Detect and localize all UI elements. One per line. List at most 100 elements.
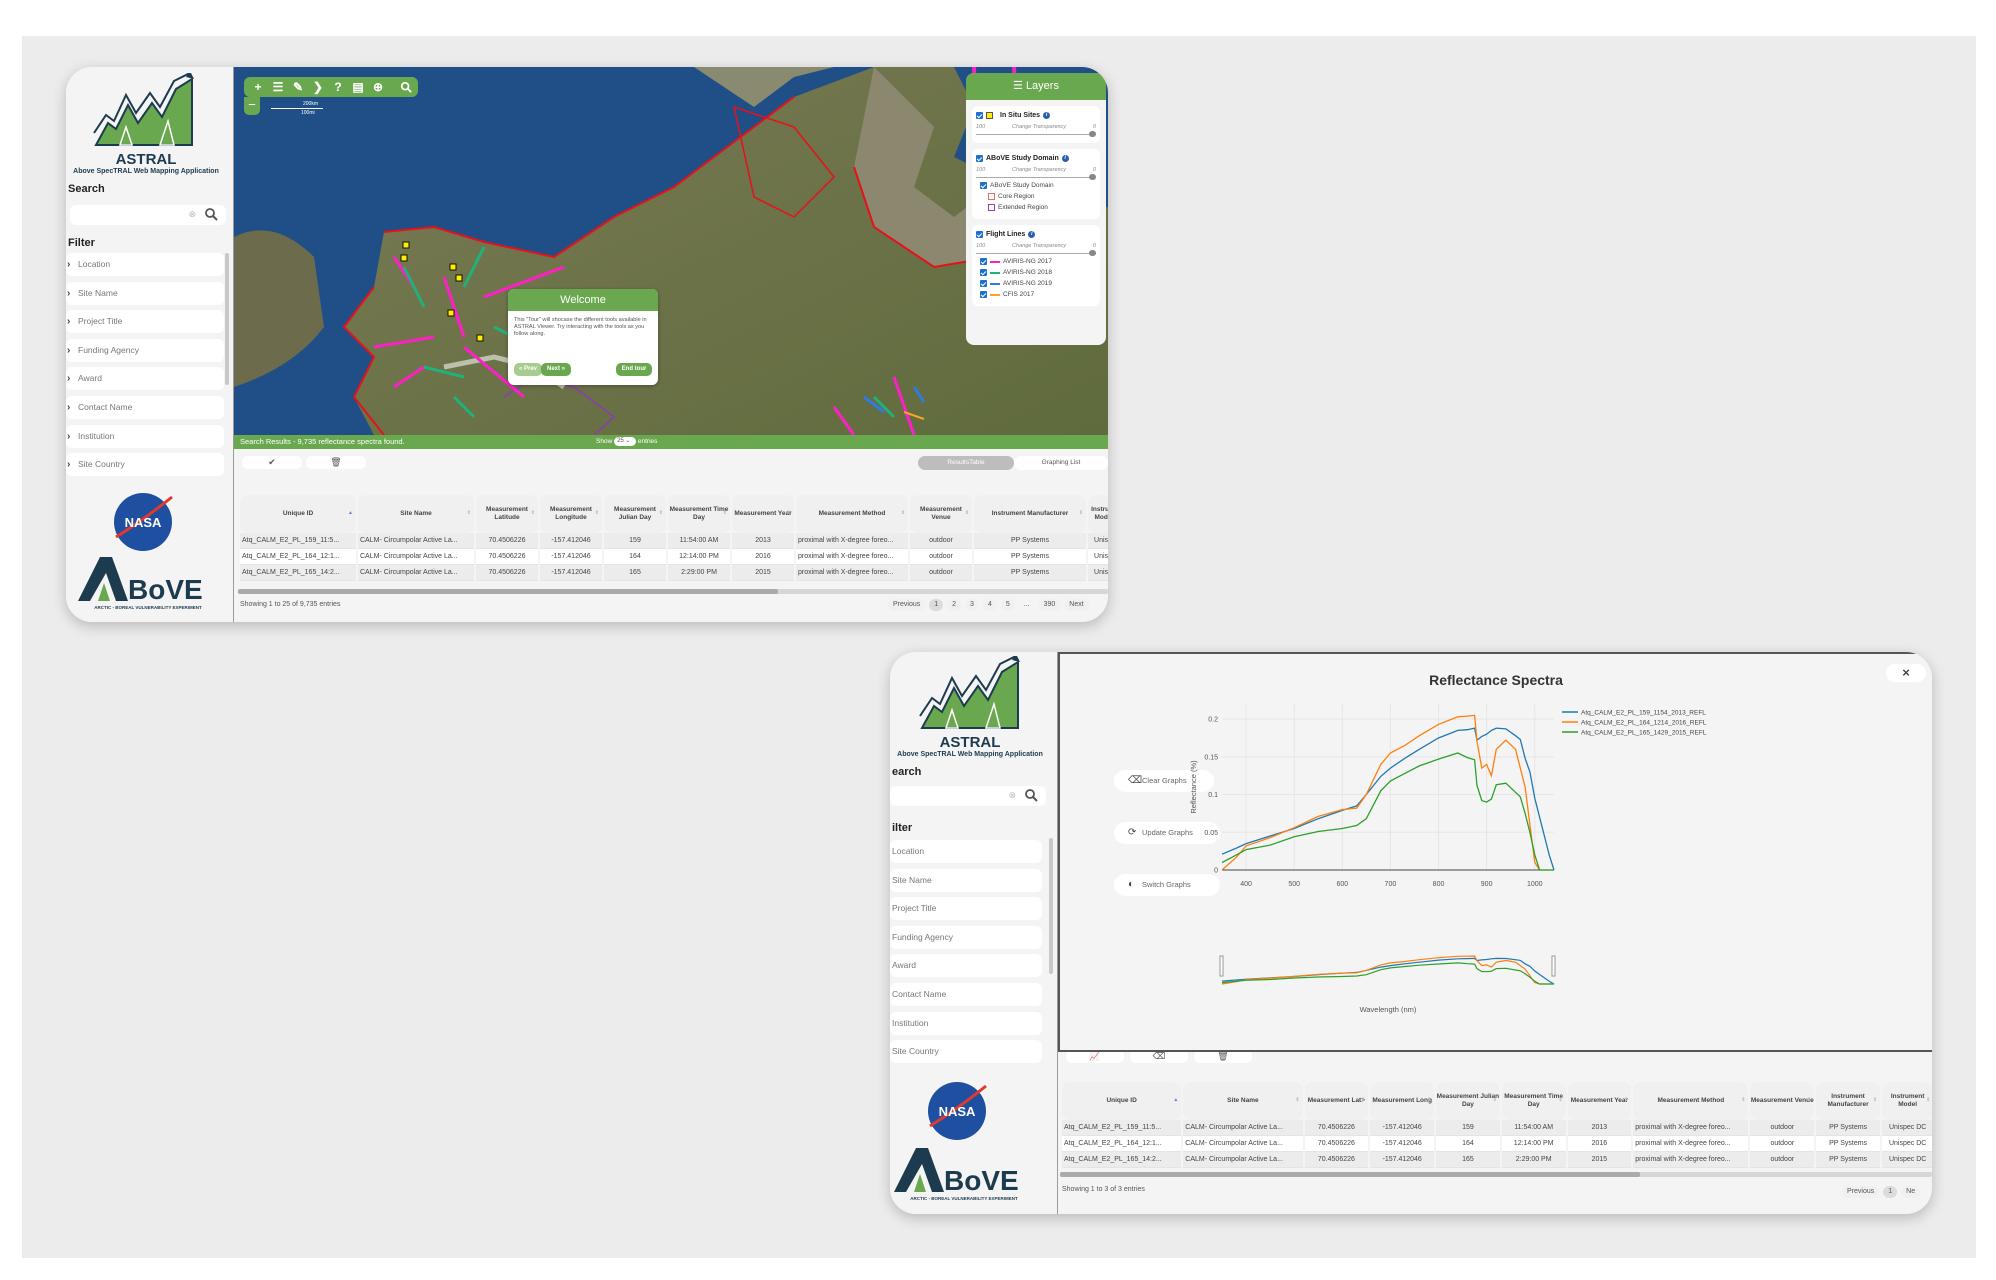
- tour-next-button[interactable]: Next »: [541, 363, 571, 376]
- filter-award[interactable]: › Award: [66, 367, 224, 391]
- table-row[interactable]: Atq_CALM_E2_PL_164_12:1... CALM- Circumpo…: [1062, 1136, 1932, 1152]
- column-header[interactable]: Measurement Year ⇕: [1567, 1082, 1632, 1120]
- tour-end-button[interactable]: End tour: [616, 363, 652, 376]
- transparency-slider[interactable]: [976, 174, 1096, 180]
- filter-funding-agency[interactable]: Funding Agency: [890, 925, 1042, 949]
- column-header[interactable]: Instrument Model ⇕: [1881, 1082, 1932, 1120]
- zoom-in-button[interactable]: +: [248, 77, 268, 97]
- sort-ascending-icon[interactable]: ▲: [1173, 1096, 1178, 1105]
- sort-icon[interactable]: ⇕: [1926, 1096, 1930, 1105]
- contact-card-icon[interactable]: ▤: [348, 77, 368, 97]
- legend-entry[interactable]: Atq_CALM_E2_PL_159_1154_2013_REFL: [1581, 710, 1706, 717]
- filter-award[interactable]: Award: [890, 954, 1042, 978]
- column-header[interactable]: Measurement Time Day ⇕: [1501, 1082, 1566, 1120]
- sort-icon[interactable]: ⇕: [1624, 1096, 1628, 1105]
- filter-location[interactable]: Location: [890, 840, 1042, 863]
- filter-site-country[interactable]: › Site Country: [66, 453, 224, 477]
- sort-icon[interactable]: ⇕: [1079, 509, 1083, 518]
- column-header[interactable]: Measurement Venue ⇕: [1750, 1082, 1815, 1120]
- filter-site-name[interactable]: Site Name: [890, 868, 1042, 892]
- zoom-out-button[interactable]: −: [244, 97, 260, 115]
- sort-icon[interactable]: ⇕: [1873, 1096, 1877, 1105]
- sort-icon[interactable]: ⇕: [1741, 1096, 1745, 1105]
- column-header[interactable]: Site Name ⇕: [1183, 1082, 1303, 1120]
- list-icon[interactable]: ☰: [268, 77, 288, 97]
- column-header[interactable]: Measurement Latitude ⇕: [476, 495, 538, 533]
- filter-institution[interactable]: Institution: [890, 1011, 1042, 1035]
- clear-search-icon[interactable]: ⊗: [188, 209, 196, 220]
- sort-icon[interactable]: ⇕: [659, 509, 663, 518]
- info-icon[interactable]: i: [1061, 155, 1069, 162]
- table-row[interactable]: Atq_CALM_E2_PL_165_14:2... CALM- Circumpo…: [1062, 1152, 1932, 1168]
- table-row[interactable]: Atq_CALM_E2_PL_159_11:5... CALM- Circumpo…: [1062, 1120, 1932, 1136]
- column-header[interactable]: Instrument Manufacturer ⇕: [974, 495, 1086, 533]
- column-header[interactable]: Measurement Year ⇕: [732, 495, 794, 533]
- table-row[interactable]: Atq_CALM_E2_PL_159_11:5... CALM- Circumpo…: [240, 533, 1108, 549]
- sort-icon[interactable]: ⇕: [723, 509, 727, 518]
- pagination-page[interactable]: 5: [1000, 599, 1015, 611]
- sidebar-scrollbar[interactable]: [1049, 838, 1053, 974]
- table-horizontal-scrollbar[interactable]: [238, 589, 1108, 594]
- column-header[interactable]: Measurement Longitude ⇕: [540, 495, 602, 533]
- column-header[interactable]: Measurement Julian Day ⇕: [604, 495, 666, 533]
- globe-icon[interactable]: ⊕: [368, 77, 388, 97]
- transparency-slider[interactable]: [976, 250, 1096, 256]
- tab-graphing-list[interactable]: Graphing List: [1014, 456, 1108, 470]
- page-length-select[interactable]: 25 ⌄: [614, 436, 637, 446]
- wrench-icon[interactable]: ✎: [288, 77, 308, 97]
- tab-results-table[interactable]: ResultsTable: [918, 456, 1014, 470]
- sort-icon[interactable]: ⇕: [787, 509, 791, 518]
- column-header[interactable]: Measurement Long ⇕: [1370, 1082, 1435, 1120]
- table-row[interactable]: Atq_CALM_E2_PL_165_14:2... CALM- Circumpo…: [240, 565, 1108, 581]
- layers-header[interactable]: ☰ Layers: [966, 73, 1106, 100]
- pagination-next[interactable]: Ne: [1901, 1186, 1921, 1198]
- checkbox[interactable]: [976, 112, 983, 119]
- filter-project-title[interactable]: Project Title: [890, 897, 1042, 921]
- column-header[interactable]: Instrument Manufacturer ⇕: [1816, 1082, 1880, 1120]
- map-canvas[interactable]: + ☰ ✎ ❯ ? ▤ ⊕ − 200km 100mi ☰ Layers In …: [234, 67, 1108, 435]
- filter-funding-agency[interactable]: › Funding Agency: [66, 338, 224, 362]
- filter-site-name[interactable]: › Site Name: [66, 281, 224, 305]
- pagination-previous[interactable]: Previous: [1842, 1186, 1880, 1198]
- sort-icon[interactable]: ⇕: [1558, 1096, 1562, 1105]
- filter-contact-name[interactable]: › Contact Name: [66, 395, 224, 419]
- range-slider-right-handle[interactable]: [1551, 955, 1556, 977]
- info-icon[interactable]: i: [1028, 231, 1036, 238]
- reflectance-chart[interactable]: 400 500 600 700 800 900 100000.050.10.150.2Ref…: [1060, 654, 1932, 1054]
- sort-icon[interactable]: ⇕: [1427, 1096, 1431, 1105]
- pagination-page[interactable]: 390: [1038, 599, 1061, 611]
- range-slider-left-handle[interactable]: [1219, 955, 1224, 977]
- checkbox[interactable]: [980, 182, 987, 189]
- transparency-slider[interactable]: [976, 131, 1096, 137]
- checkbox[interactable]: [976, 231, 983, 238]
- chevron-circle-icon[interactable]: ❯: [308, 77, 328, 97]
- column-header[interactable]: Unique ID ▲: [1062, 1082, 1182, 1120]
- sort-icon[interactable]: ⇕: [1295, 1096, 1299, 1105]
- column-header[interactable]: Site Name ⇕: [358, 495, 474, 533]
- filter-location[interactable]: › Location: [66, 253, 224, 276]
- tour-prev-button[interactable]: « Prev: [514, 363, 542, 376]
- column-header[interactable]: Measurement Venue ⇕: [910, 495, 972, 533]
- column-header[interactable]: Measurement Julian Day ⇕: [1436, 1082, 1500, 1120]
- sort-icon[interactable]: ⇕: [1807, 1096, 1811, 1105]
- pagination-page[interactable]: 1: [929, 599, 944, 611]
- filter-contact-name[interactable]: Contact Name: [890, 982, 1042, 1006]
- checkbox[interactable]: [980, 269, 987, 276]
- legend-entry[interactable]: Atq_CALM_E2_PL_164_1214_2016_REFL: [1581, 720, 1707, 727]
- series-line-2[interactable]: [1221, 714, 1554, 871]
- select-all-button[interactable]: ✔: [242, 456, 302, 469]
- search-icon[interactable]: [396, 77, 416, 97]
- filter-project-title[interactable]: › Project Title: [66, 310, 224, 334]
- pagination-page[interactable]: 2: [947, 599, 962, 611]
- checkbox[interactable]: [980, 258, 987, 265]
- series-line-1[interactable]: [1221, 727, 1555, 871]
- filter-site-country[interactable]: Site Country: [890, 1040, 1042, 1064]
- column-header[interactable]: Instrum Mode⇕: [1088, 495, 1108, 533]
- help-icon[interactable]: ?: [328, 77, 348, 97]
- info-icon[interactable]: i: [1043, 112, 1051, 119]
- sort-icon[interactable]: ⇕: [965, 509, 969, 518]
- checkbox[interactable]: [980, 291, 987, 298]
- pagination-page[interactable]: 4: [982, 599, 997, 611]
- sort-icon[interactable]: ⇕: [1493, 1096, 1497, 1105]
- pagination-next[interactable]: Next: [1064, 599, 1089, 611]
